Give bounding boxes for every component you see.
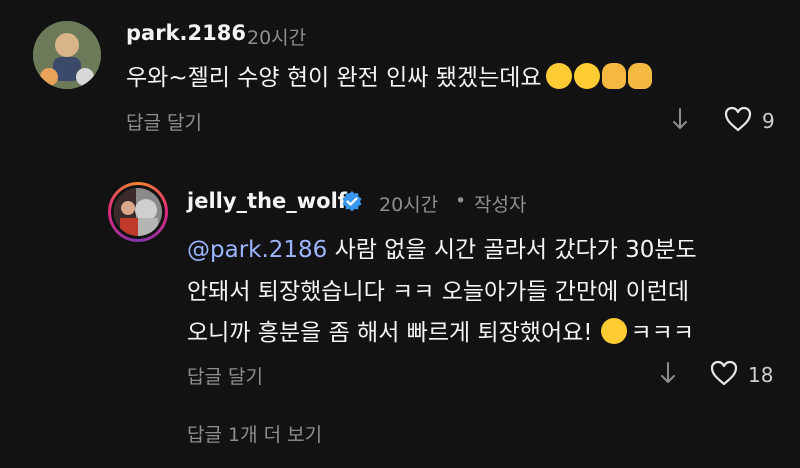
reply-text-line1: @park.2186 사람 없을 시간 골라서 갔다가 30분도 (187, 230, 697, 270)
translate-down-icon[interactable] (656, 360, 680, 386)
username-park[interactable]: park.2186 (126, 21, 246, 45)
avatar-jelly[interactable] (108, 182, 168, 242)
face-with-glasses-emoji-icon (600, 318, 627, 344)
comment-body: 우와~젤리 수양 현이 완전 인싸 됐겠는데요 (126, 65, 542, 91)
avatar-park[interactable] (33, 21, 101, 89)
reply-text-tail: ㅋㅋㅋ (630, 320, 694, 346)
comment-time: 20시간 (247, 27, 307, 49)
clapping-hands-emoji-icon (627, 63, 652, 89)
mention-link[interactable]: @park.2186 (187, 237, 327, 263)
reply-text-line3: 오니까 흥분을 좀 해서 빠르게 퇴장했어요! ㅋㅋㅋ (187, 313, 694, 353)
heart-eyes-emoji-icon (545, 63, 572, 89)
verified-badge-icon (340, 189, 364, 213)
username-jelly[interactable]: jelly_the_wolf (187, 189, 347, 213)
reply-text-part: 사람 없을 시간 골라서 갔다가 30분도 (327, 237, 697, 263)
reply-text-line2: 안돼서 퇴장했습니다 ㅋㅋ 오늘아가들 간만에 이런데 (187, 279, 690, 305)
heart-eyes-emoji-icon (573, 63, 600, 89)
heart-icon[interactable] (722, 104, 754, 134)
author-badge: 작성자 (474, 194, 527, 216)
view-more-replies-button[interactable]: 답글 1개 더 보기 (187, 420, 322, 447)
like-count: 18 (748, 363, 774, 387)
comment-text: 우와~젤리 수양 현이 완전 인싸 됐겠는데요 (126, 58, 654, 98)
reply-time: 20시간 (379, 194, 439, 216)
reply-button[interactable]: 답글 달기 (126, 108, 202, 135)
heart-icon[interactable] (708, 358, 740, 388)
clapping-hands-emoji-icon (601, 63, 626, 89)
dot-separator: • (455, 190, 467, 212)
reply-text-part: 오니까 흥분을 좀 해서 빠르게 퇴장했어요! (187, 320, 593, 346)
reply-button[interactable]: 답글 달기 (187, 362, 263, 389)
translate-down-icon[interactable] (668, 106, 692, 132)
like-count: 9 (762, 109, 775, 133)
